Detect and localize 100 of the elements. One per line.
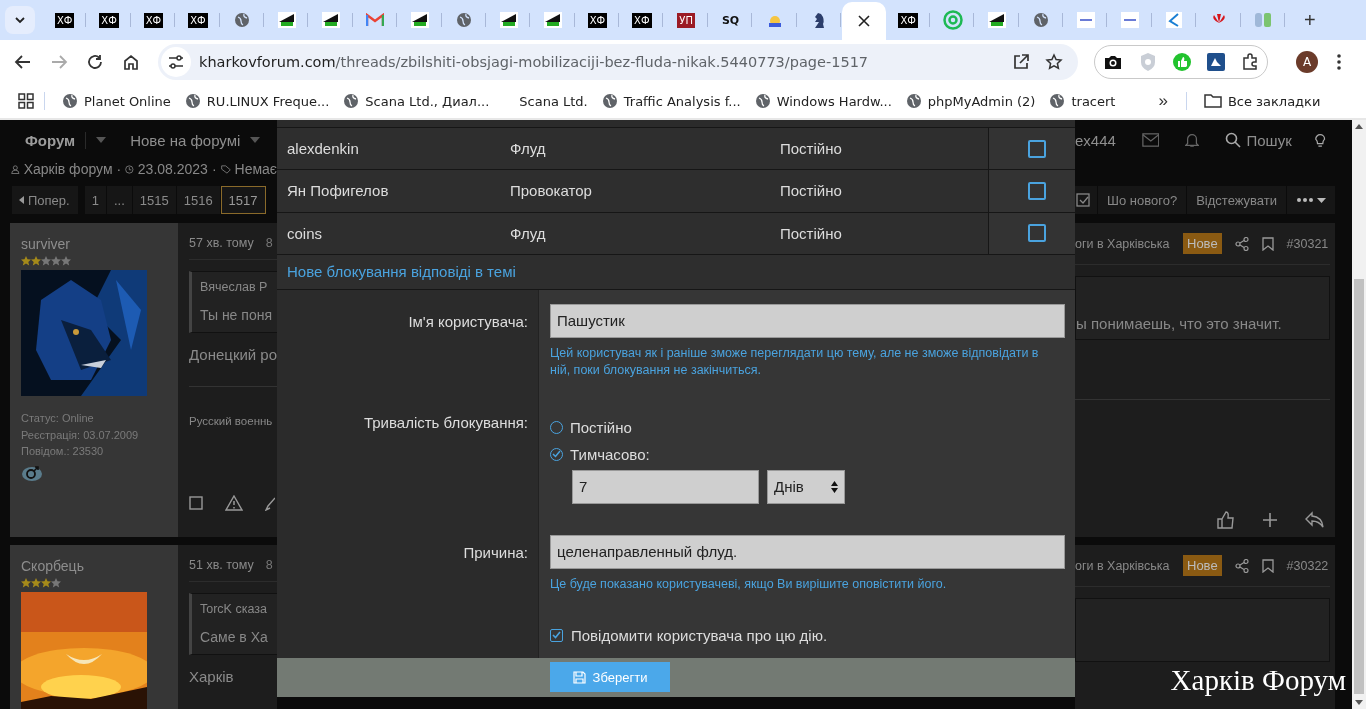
post-time-link[interactable]: 57 хв. тому	[189, 236, 254, 250]
share-icon[interactable]	[1234, 236, 1249, 251]
scroll-up-icon[interactable]	[1355, 124, 1363, 129]
table-cell-text: Провокатор	[509, 182, 593, 200]
close-icon[interactable]	[857, 15, 870, 27]
post-number-link[interactable]: #30322	[1286, 558, 1329, 573]
scroll-down-icon[interactable]	[1355, 700, 1363, 705]
thread-action-button[interactable]: Шо нового?	[1098, 186, 1187, 214]
user-icon	[11, 162, 20, 176]
thread-action-button[interactable]: Відстежувати	[1187, 186, 1286, 214]
lightbulb-icon[interactable]	[1313, 131, 1326, 149]
site-settings-icon[interactable]	[161, 47, 191, 77]
reply-icon[interactable]	[1304, 511, 1324, 529]
warning-icon[interactable]	[225, 495, 243, 511]
tag-icon	[220, 162, 231, 176]
select-checkbox[interactable]	[189, 496, 203, 510]
bookmark-icon[interactable]	[1261, 236, 1274, 251]
plus-icon[interactable]	[1262, 512, 1278, 528]
new-ban-link[interactable]: Нове блокування відповіді в темі	[287, 263, 516, 281]
extension-logo-icon[interactable]	[1207, 53, 1225, 71]
puzzle-icon[interactable]	[1241, 53, 1259, 71]
browser-tab[interactable]: ХФ	[87, 0, 132, 40]
bookmark[interactable]: phpMyAdmin (2)	[898, 93, 1043, 109]
duration-radio[interactable]: Постійно	[550, 413, 1064, 441]
account-link[interactable]: ex444	[1075, 131, 1116, 149]
page-link[interactable]: ...	[106, 186, 132, 214]
back-icon[interactable]	[14, 53, 32, 71]
page-link[interactable]: 1516	[176, 186, 220, 214]
duration-unit-select[interactable]: Днів	[767, 469, 845, 504]
browser-tab[interactable]: SQ	[708, 0, 754, 40]
user-stat: Реєстрація: 03.07.2009	[21, 427, 140, 443]
browser-tab[interactable]: ХФ	[131, 0, 177, 40]
star-icon[interactable]	[1045, 53, 1063, 71]
profile-avatar[interactable]: A	[1296, 51, 1318, 73]
like-icon[interactable]	[1216, 510, 1236, 530]
bookmark[interactable]: Scana Ltd.	[496, 93, 595, 109]
page-link[interactable]: 1517	[220, 186, 266, 214]
tab-favicon: ХФ	[143, 12, 164, 28]
bookmark[interactable]: tracert	[1042, 93, 1123, 109]
new-badge: Нове	[1183, 555, 1222, 576]
globe-icon	[601, 93, 618, 109]
post-number-link[interactable]: #30321	[1286, 236, 1329, 251]
thread-author-link[interactable]: Харків форум	[23, 161, 113, 177]
field-hint: Це буде показано користувачеві, якщо Ви вирішите оповістити його.	[550, 575, 948, 593]
thumbs-up-icon[interactable]	[1173, 53, 1191, 71]
signature-text: Русский военнь	[189, 415, 274, 427]
row-checkbox[interactable]	[1028, 139, 1046, 158]
more-options-button[interactable]	[1287, 186, 1335, 214]
scrollbar[interactable]	[1352, 120, 1366, 709]
address-bar[interactable]: kharkovforum.com/threads/zbilshiti-obsjagi-mobilizaciji-bez-fluda-nikak.5440773/page-1517	[158, 44, 1078, 80]
browser-tab[interactable]: ХФ	[886, 0, 931, 40]
duration-amount-field[interactable]: 7	[572, 469, 759, 504]
clock-icon	[125, 162, 134, 176]
bookmark[interactable]: Windows Hardw...	[747, 93, 899, 109]
forum-nav-link[interactable]: Форум	[25, 131, 87, 149]
browser-tab[interactable]: ХФ	[620, 0, 665, 40]
duration-radio[interactable]: Тимчасово:	[550, 440, 1064, 468]
caret-icon[interactable]	[250, 137, 261, 143]
row-checkbox[interactable]	[1028, 224, 1046, 243]
browser-tab[interactable]: ХФ	[575, 0, 621, 40]
username-field[interactable]: Пашустик	[550, 303, 1065, 338]
site-logo-icon	[1076, 12, 1095, 28]
new-tab-button[interactable]: +	[1299, 8, 1320, 32]
page-link[interactable]: 1515	[132, 186, 176, 214]
more-bookmarks-button[interactable]: »	[1150, 91, 1176, 111]
row-checkbox[interactable]	[1028, 182, 1046, 200]
apps-icon[interactable]	[18, 93, 34, 109]
bookmark[interactable]: Scana Ltd., Диал...	[336, 93, 497, 109]
table-cell-text: coins	[286, 224, 324, 242]
username-link[interactable]: Скорбець	[21, 558, 84, 574]
menu-icon[interactable]	[1336, 53, 1342, 71]
search-link[interactable]: Пошук	[1225, 131, 1292, 149]
share-icon[interactable]	[1234, 558, 1249, 573]
reason-field[interactable]: целенаправленный флуд.	[550, 534, 1065, 569]
new-posts-nav-link[interactable]: Нове на форумі	[130, 131, 241, 149]
all-bookmarks-folder[interactable]: Все закладки	[1196, 93, 1328, 109]
checkmark-box-icon[interactable]	[1075, 186, 1097, 214]
home-icon[interactable]	[122, 53, 140, 71]
bookmark[interactable]: Traffic Analysis f...	[594, 93, 748, 109]
open-external-icon[interactable]	[1012, 53, 1030, 71]
bookmark[interactable]: RU.LINUX Freque...	[177, 93, 337, 109]
username-link[interactable]: surviver	[21, 236, 70, 252]
browser-tab[interactable]: ХФ	[176, 0, 221, 40]
bookmark[interactable]: Planet Online	[55, 93, 178, 109]
edit-icon[interactable]	[265, 495, 275, 511]
page-link[interactable]: 1	[84, 186, 106, 214]
browser-tab[interactable]: УП	[664, 0, 709, 40]
camera-icon[interactable]	[1103, 53, 1123, 71]
mail-icon[interactable]	[1141, 132, 1160, 148]
thread-tags: Немає	[234, 161, 277, 177]
site-logo-icon	[277, 12, 296, 28]
reload-icon[interactable]	[86, 53, 104, 71]
bookmark-icon[interactable]	[1261, 558, 1274, 573]
tab-search-button[interactable]	[5, 6, 35, 34]
previous-page-button[interactable]: Попер.	[12, 186, 78, 214]
bell-icon[interactable]	[1185, 131, 1200, 149]
post-time-link[interactable]: 51 хв. тому	[189, 558, 254, 572]
browser-tab[interactable]: ХФ	[43, 0, 88, 40]
user-stat: Статус: Online	[21, 411, 95, 426]
caret-icon[interactable]	[96, 137, 107, 143]
